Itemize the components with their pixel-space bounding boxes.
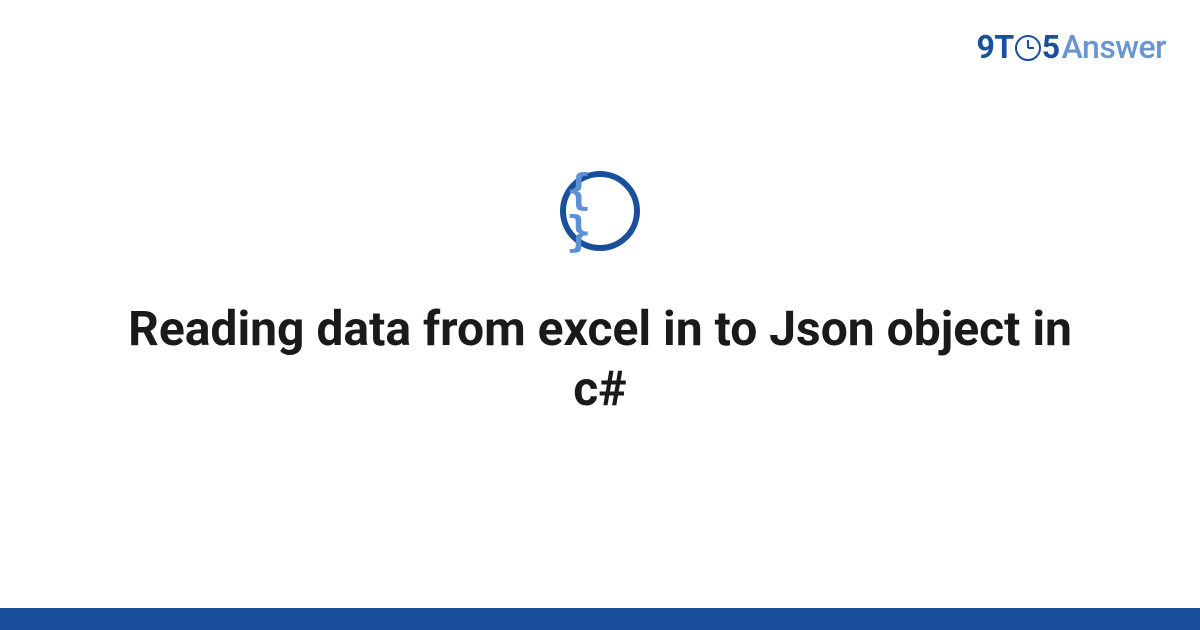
article-title: Reading data from excel in to Json objec… xyxy=(100,299,1100,419)
json-braces-icon: { } xyxy=(560,171,640,251)
main-content: { } Reading data from excel in to Json o… xyxy=(0,0,1200,630)
footer-accent-bar xyxy=(0,608,1200,630)
braces-symbol: { } xyxy=(566,169,634,253)
